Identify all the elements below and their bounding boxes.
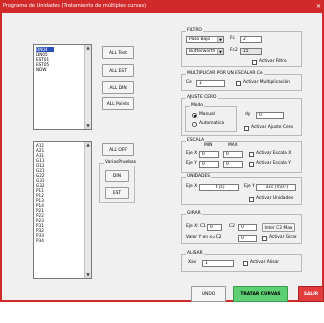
all-test-button[interactable]: ALL Test xyxy=(102,46,134,59)
activar-girar-checkbox[interactable] xyxy=(262,236,267,241)
scrollbar[interactable]: ▲ ▼ xyxy=(84,142,91,278)
fc-field[interactable]: 2 xyxy=(240,36,262,43)
fc2-field[interactable]: 15 xyxy=(240,48,262,55)
scroll-down-icon[interactable]: ▼ xyxy=(85,123,91,129)
activar-ajuste-cero-checkbox[interactable] xyxy=(244,126,249,131)
escala-ejex-label: Eje X xyxy=(186,151,198,156)
all-off-button[interactable]: ALL OFF xyxy=(102,143,134,156)
valor-y-field[interactable]: 0 xyxy=(238,235,257,242)
filter-type-select[interactable]: Paso Bajo ▼ xyxy=(186,36,224,43)
escala-ejey-label: Eje Y xyxy=(186,161,197,166)
unidades-ejex-label: Eje X xyxy=(186,184,198,189)
automatico-label: Automatico xyxy=(199,121,225,126)
activar-girar-label: Activar Girar xyxy=(269,235,297,240)
c1-field[interactable]: 0 xyxy=(207,224,222,231)
activar-multiplicacion-checkbox[interactable] xyxy=(236,81,241,86)
alisar-group: ALISAR xyxy=(181,251,302,272)
window-title: Programa de Unidades (Tratamiento de múl… xyxy=(3,3,147,9)
activar-filtro-checkbox[interactable] xyxy=(252,60,257,65)
activar-multiplicacion-label: Activar Multiplicación xyxy=(243,80,290,85)
group-title: MULTIPLICAR POR UN ESCALAR Ce xyxy=(186,71,264,77)
scroll-up-icon[interactable]: ▲ xyxy=(85,142,91,148)
list-item[interactable]: NDW xyxy=(36,67,47,72)
all-points-button[interactable]: ALL Points xyxy=(102,97,134,110)
xav-label: Xav xyxy=(188,260,197,265)
filter-design-select[interactable]: Butterworth ▼ xyxy=(186,48,224,55)
scroll-down-icon[interactable]: ▼ xyxy=(85,272,91,278)
c2-label: C2 xyxy=(229,224,235,229)
activar-alisar-checkbox[interactable] xyxy=(243,261,248,266)
unidades-x-field[interactable]: t [s] xyxy=(199,184,239,191)
filter-design-value: Butterworth xyxy=(189,49,216,54)
group-title: GIRAR xyxy=(186,211,202,217)
group-title: ESCALA xyxy=(186,138,206,144)
close-icon[interactable]: ✕ xyxy=(316,0,321,13)
xav-field[interactable]: 1 xyxy=(202,260,234,267)
fc-label: Fc xyxy=(230,36,235,41)
c1-label: Eje X: C1 xyxy=(186,224,206,229)
unidades-ejey-label: Eje Y xyxy=(244,184,255,189)
scroll-up-icon[interactable]: ▲ xyxy=(85,45,91,51)
tratar-curvas-button[interactable]: TRATAR CURVAS xyxy=(233,286,288,302)
fc2-label: Fc2 xyxy=(230,48,238,53)
unidades-y-field[interactable]: acc [m/s²] xyxy=(256,184,296,191)
valor-y-label: Valor Y en x=C2 xyxy=(186,235,222,240)
activar-unidades-checkbox[interactable] xyxy=(249,197,254,202)
manual-label: Manual xyxy=(199,112,215,117)
group-title: FILTRO xyxy=(186,28,203,34)
automatico-radio[interactable] xyxy=(192,122,197,127)
group-title: AJUSTE CERO xyxy=(186,95,218,101)
din-button[interactable]: DIN xyxy=(105,170,129,182)
window-titlebar: Programa de Unidades (Tratamiento de múl… xyxy=(0,0,324,13)
min-label: MIN xyxy=(204,143,213,148)
group-title: ALISAR xyxy=(186,251,204,257)
all-est-button[interactable]: ALL EST xyxy=(102,64,134,77)
activar-escala-y-label: Activar Escala Y xyxy=(256,161,291,166)
scrollbar[interactable]: ▲ ▼ xyxy=(84,45,91,129)
c2-field[interactable]: 0 xyxy=(238,224,257,231)
group-title: Modo xyxy=(190,103,204,109)
group-title: VariasPruebas xyxy=(104,160,137,166)
activar-escala-x-label: Activar Escala X xyxy=(256,151,292,156)
activar-ajuste-cero-label: Activar Ajuste Cero xyxy=(251,125,294,130)
ce-field[interactable]: 1 xyxy=(196,80,225,87)
dy-label: dy xyxy=(245,112,251,117)
escala-y-min-field[interactable]: 0 xyxy=(199,161,219,168)
dy-field[interactable]: 0 xyxy=(256,112,284,119)
max-label: MAX xyxy=(228,143,238,148)
activar-escala-y-checkbox[interactable] xyxy=(249,162,254,167)
all-din-button[interactable]: ALL DIN xyxy=(102,81,134,94)
filter-type-value: Paso Bajo xyxy=(189,37,211,42)
group-title: UNIDADES xyxy=(186,174,212,180)
modo-group: Modo xyxy=(185,103,237,132)
escala-y-max-field[interactable]: 0 xyxy=(223,161,243,168)
curve-list-bottom[interactable]: A11 A21 A31 G11 G12 G21 G22 G31 G32 P11 … xyxy=(33,141,92,279)
chevron-down-icon[interactable]: ▼ xyxy=(217,37,223,42)
activar-unidades-label: Activar Unidades xyxy=(256,196,294,201)
activar-filtro-label: Activar Filtro xyxy=(259,59,287,64)
escala-x-min-field[interactable]: 0 xyxy=(199,151,219,158)
chevron-down-icon[interactable]: ▼ xyxy=(217,49,223,54)
list-item[interactable]: P34 xyxy=(36,238,44,243)
undo-button[interactable]: UNDO xyxy=(191,286,226,302)
activar-escala-x-checkbox[interactable] xyxy=(249,152,254,157)
activar-alisar-label: Activar Alisar xyxy=(250,260,279,265)
curve-list-top[interactable]: DN04 DN05 EST01 EST05 NDW ▲ ▼ xyxy=(33,44,92,130)
salir-button[interactable]: SALIR xyxy=(298,286,324,302)
manual-radio[interactable] xyxy=(192,113,197,118)
ce-label: Ce xyxy=(186,80,192,85)
escala-x-max-field[interactable]: 0 xyxy=(223,151,243,158)
est-button[interactable]: EST xyxy=(105,187,129,199)
inter-c2-max-button[interactable]: Inter C2 Max xyxy=(262,223,295,232)
